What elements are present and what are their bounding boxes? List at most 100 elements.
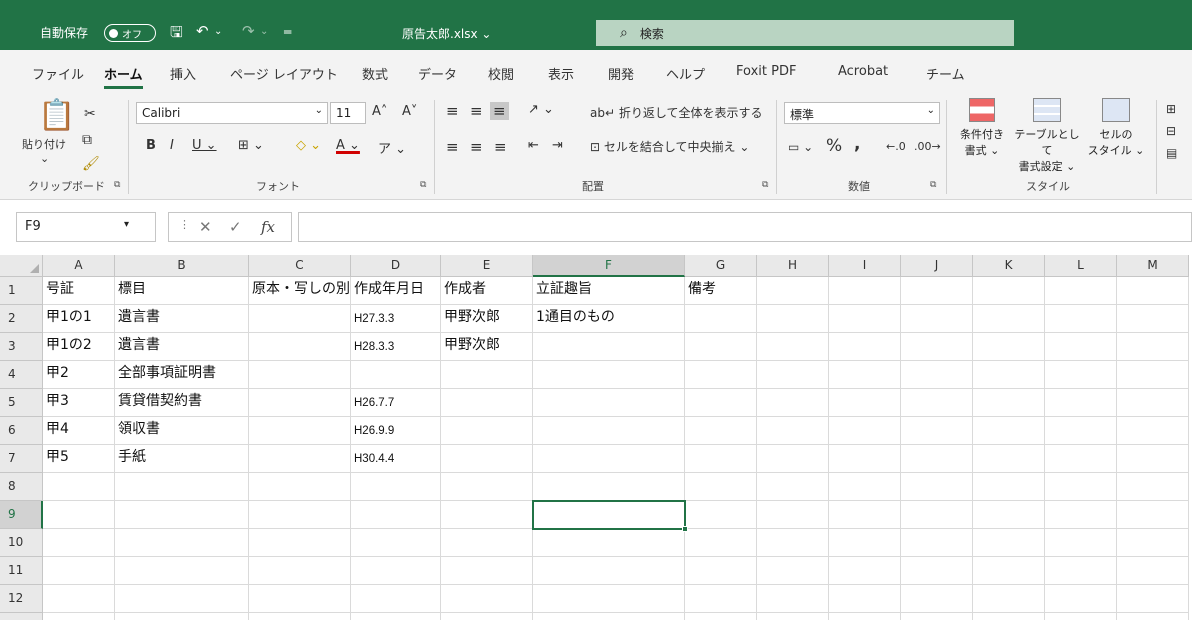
cell-b10[interactable] [115,529,249,557]
cell-a10[interactable] [43,529,115,557]
redo-dropdown-icon[interactable]: ⌄ [260,26,268,37]
cell-g10[interactable] [685,529,757,557]
cell-g6[interactable] [685,417,757,445]
align-right-icon[interactable]: ≡ [494,138,507,156]
cell-j4[interactable] [901,361,973,389]
cell-j2[interactable] [901,305,973,333]
row-header-9[interactable]: 9 [0,501,43,529]
cell-styles-button[interactable]: セルの スタイル ⌄ [1086,98,1146,158]
cell-j10[interactable] [901,529,973,557]
cell-l5[interactable] [1045,389,1117,417]
decrease-indent-icon[interactable]: ⇤ [528,138,539,153]
cell-c6[interactable] [249,417,351,445]
align-center-icon[interactable]: ≡ [470,138,483,156]
cell-g2[interactable] [685,305,757,333]
cell-a4[interactable]: 甲2 [43,361,115,389]
tab-help[interactable]: ヘルプ [666,64,705,83]
row-header-8[interactable]: 8 [0,473,43,501]
fill-handle[interactable] [682,526,688,532]
tab-acrobat[interactable]: Acrobat [838,64,888,79]
cell-a9[interactable] [43,501,115,529]
cell-f4[interactable] [533,361,685,389]
cell-b11[interactable] [115,557,249,585]
decrease-font-size-icon[interactable]: A˅ [402,104,417,119]
cell-c1[interactable]: 原本・写しの別 [249,277,351,305]
format-as-table-button[interactable]: テーブルとして 書式設定 ⌄ [1012,98,1082,174]
cell-c10[interactable] [249,529,351,557]
cell-l12[interactable] [1045,585,1117,613]
cell-l3[interactable] [1045,333,1117,361]
cell-m7[interactable] [1117,445,1189,473]
italic-icon[interactable]: I [170,138,174,153]
cell-b2[interactable]: 遺言書 [115,305,249,333]
font-color-icon[interactable]: A ⌄ [336,138,360,153]
cell-c12[interactable] [249,585,351,613]
cell-l8[interactable] [1045,473,1117,501]
cell-g9[interactable] [685,501,757,529]
comma-style-icon[interactable]: , [854,134,860,154]
cell-d12[interactable] [351,585,441,613]
cell-i13[interactable] [829,613,901,620]
cell-d9[interactable] [351,501,441,529]
cell-d10[interactable] [351,529,441,557]
cell-k10[interactable] [973,529,1045,557]
tab-insert[interactable]: 挿入 [170,64,196,83]
cell-a2[interactable]: 甲1の1 [43,305,115,333]
cell-j3[interactable] [901,333,973,361]
cell-g11[interactable] [685,557,757,585]
row-header-10[interactable]: 10 [0,529,43,557]
underline-icon[interactable]: U ⌄ [192,138,217,153]
cell-c5[interactable] [249,389,351,417]
cell-c4[interactable] [249,361,351,389]
cell-f1[interactable]: 立証趣旨 [533,277,685,305]
cell-d6[interactable]: H26.9.9 [351,417,441,445]
cell-i12[interactable] [829,585,901,613]
cell-k9[interactable] [973,501,1045,529]
cell-a12[interactable] [43,585,115,613]
column-header-g[interactable]: G [685,255,757,277]
cell-m8[interactable] [1117,473,1189,501]
tab-formulas[interactable]: 数式 [362,64,388,83]
cell-j8[interactable] [901,473,973,501]
cell-e8[interactable] [441,473,533,501]
tab-page-layout[interactable]: ページ レイアウト [230,64,338,83]
cell-g7[interactable] [685,445,757,473]
column-header-c[interactable]: C [249,255,351,277]
cell-f5[interactable] [533,389,685,417]
cell-f3[interactable] [533,333,685,361]
search-box[interactable]: ⌕ 検索 [596,20,1014,46]
cell-e9[interactable] [441,501,533,529]
tab-team[interactable]: チーム [926,64,965,83]
bold-icon[interactable]: B [146,138,156,153]
tab-foxit-pdf[interactable]: Foxit PDF [736,64,796,79]
align-middle-icon[interactable]: ≡ [470,102,483,120]
row-header-3[interactable]: 3 [0,333,43,361]
cell-a3[interactable]: 甲1の2 [43,333,115,361]
cell-h8[interactable] [757,473,829,501]
cell-l13[interactable] [1045,613,1117,620]
column-header-l[interactable]: L [1045,255,1117,277]
merge-center-button[interactable]: ⊡ セルを結合して中央揃え ⌄ [590,138,749,155]
cell-h13[interactable] [757,613,829,620]
cell-h10[interactable] [757,529,829,557]
cell-i1[interactable] [829,277,901,305]
cell-f12[interactable] [533,585,685,613]
row-header-2[interactable]: 2 [0,305,43,333]
cell-f11[interactable] [533,557,685,585]
cell-e10[interactable] [441,529,533,557]
cell-a8[interactable] [43,473,115,501]
cell-e3[interactable]: 甲野次郎 [441,333,533,361]
orientation-icon[interactable]: ↗ ⌄ [528,102,554,117]
cell-l9[interactable] [1045,501,1117,529]
cell-b13[interactable] [115,613,249,620]
cell-k6[interactable] [973,417,1045,445]
cell-k13[interactable] [973,613,1045,620]
column-header-k[interactable]: K [973,255,1045,277]
row-header-7[interactable]: 7 [0,445,43,473]
paste-button-label[interactable]: 貼り付け [22,136,66,152]
cancel-icon[interactable]: ✕ [199,218,212,236]
cell-h6[interactable] [757,417,829,445]
row-header-11[interactable]: 11 [0,557,43,585]
cell-i9[interactable] [829,501,901,529]
cell-j11[interactable] [901,557,973,585]
